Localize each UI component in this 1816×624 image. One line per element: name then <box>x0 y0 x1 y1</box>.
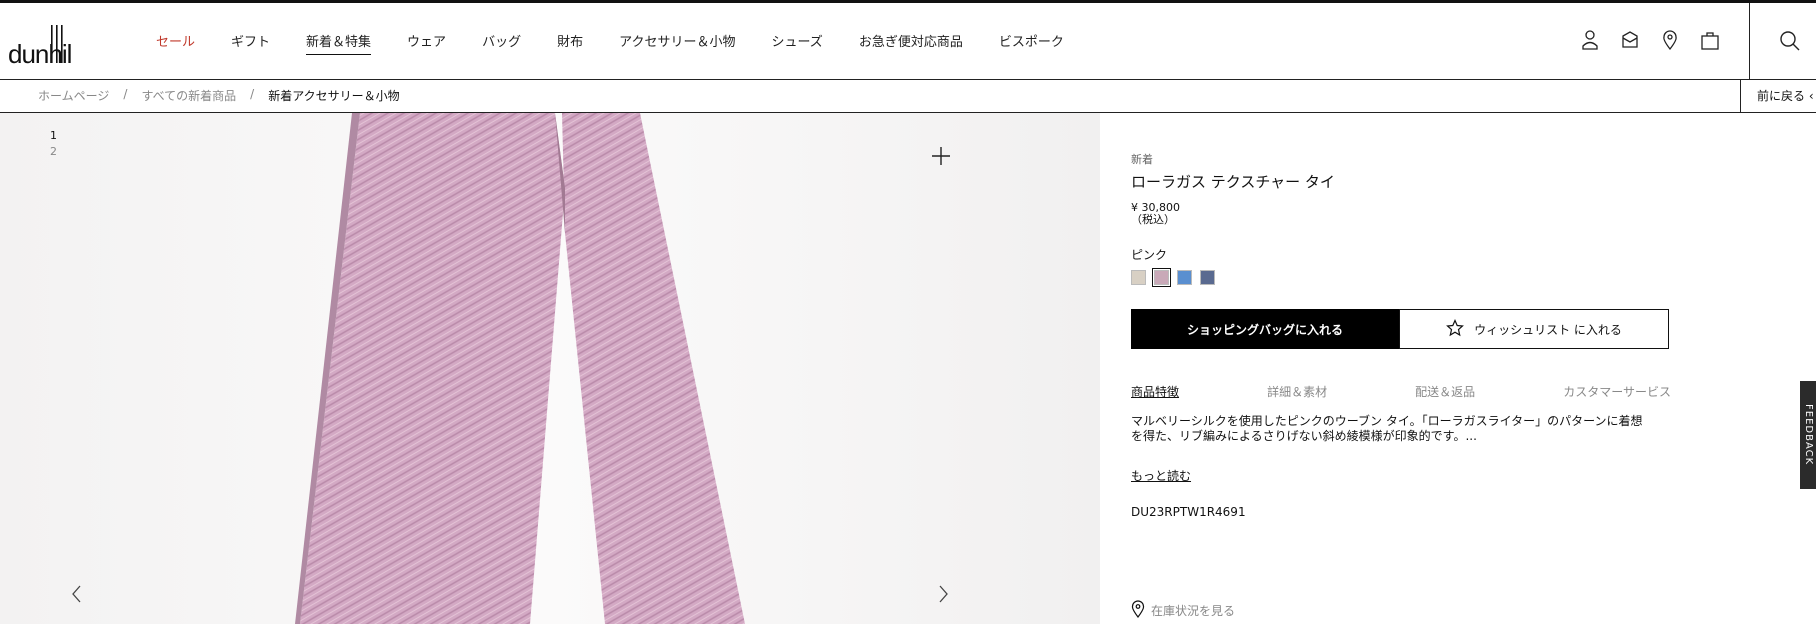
wishlist-button[interactable]: ウィッシュリスト に入れる <box>1399 309 1669 349</box>
description-line: マルベリーシルクを使用したピンクのウーブン タイ。「ローラガスライター」のパター… <box>1131 414 1643 428</box>
nav-item-wallets[interactable]: 財布 <box>557 31 583 55</box>
zoom-plus-icon[interactable] <box>930 145 952 167</box>
gallery-page-2[interactable]: 2 <box>50 145 57 158</box>
tab-features[interactable]: 商品特徴 <box>1131 383 1179 400</box>
wishlist-label: ウィッシュリスト に入れる <box>1474 322 1622 337</box>
color-swatch[interactable] <box>1131 270 1146 285</box>
tab-customer-service[interactable]: カスタマーサービス <box>1563 383 1671 400</box>
product-price: ¥ 30,800 （税込） <box>1131 202 1180 226</box>
feedback-tab[interactable]: FEEDBACK <box>1800 381 1816 489</box>
nav-item-gift[interactable]: ギフト <box>231 31 270 55</box>
star-icon <box>1446 318 1464 340</box>
breadcrumb-current: 新着アクセサリー＆小物 <box>268 89 400 103</box>
price-tax-note: （税込） <box>1131 213 1175 226</box>
check-stock-link[interactable]: 在庫状況を見る <box>1131 600 1235 621</box>
new-badge: 新着 <box>1131 153 1153 166</box>
breadcrumb-all-new[interactable]: すべての新着商品 <box>141 87 236 104</box>
search-icon[interactable] <box>1778 29 1802 53</box>
gallery-prev-arrow-icon[interactable] <box>68 583 86 605</box>
product-description: マルベリーシルクを使用したピンクのウーブン タイ。「ローラガスライター」のパター… <box>1131 414 1651 444</box>
back-button[interactable]: 前に戻る ‹ <box>1740 80 1814 112</box>
product-gallery: 1 2 <box>0 113 1100 624</box>
description-line: を得た、リブ編みによるさりげない斜め綾模様が印象的です。... <box>1131 429 1477 443</box>
product-tabs: 商品特徴 詳細＆素材 配送＆返品 カスタマーサービス <box>1131 383 1671 400</box>
product-title: ローラガス テクスチャー タイ <box>1131 173 1335 191</box>
color-swatches <box>1131 268 1215 287</box>
gallery-next-arrow-icon[interactable] <box>934 583 952 605</box>
product-image <box>0 113 1100 624</box>
nav-item-express[interactable]: お急ぎ便対応商品 <box>859 31 963 55</box>
product-sku: DU23RPTW1R4691 <box>1131 505 1246 519</box>
tab-details-materials[interactable]: 詳細＆素材 <box>1267 383 1327 400</box>
main-nav: セール ギフト 新着＆特集 ウェア バッグ 財布 アクセサリー＆小物 シューズ … <box>156 31 1100 55</box>
breadcrumb: ホームページ / すべての新着商品 / 新着アクセサリー＆小物 前に戻る ‹ <box>0 80 1816 113</box>
site-header: dunhill セール ギフト 新着＆特集 ウェア バッグ 財布 アクセサリー＆… <box>0 3 1816 80</box>
breadcrumb-home[interactable]: ホームページ <box>38 87 109 104</box>
nav-item-bespoke[interactable]: ビスポーク <box>999 31 1064 55</box>
color-swatch[interactable] <box>1177 270 1192 285</box>
check-stock-label: 在庫状況を見る <box>1151 604 1236 618</box>
nav-item-bags[interactable]: バッグ <box>482 31 521 55</box>
header-divider <box>1749 3 1750 79</box>
breadcrumb-separator: / <box>123 87 128 101</box>
gallery-page-1[interactable]: 1 <box>50 129 57 142</box>
mail-icon[interactable] <box>1620 29 1640 51</box>
breadcrumb-separator: / <box>250 87 255 101</box>
nav-item-sale[interactable]: セール <box>156 31 195 55</box>
tab-shipping-returns[interactable]: 配送＆返品 <box>1415 383 1475 400</box>
nav-item-wear[interactable]: ウェア <box>407 31 446 55</box>
brand-logo[interactable]: dunhill <box>8 19 77 69</box>
location-pin-icon <box>1131 600 1145 621</box>
nav-item-shoes[interactable]: シューズ <box>771 31 822 55</box>
color-swatch[interactable] <box>1200 270 1215 285</box>
selected-color-name: ピンク <box>1131 248 1168 262</box>
location-icon[interactable] <box>1660 29 1680 51</box>
account-icon[interactable] <box>1580 29 1600 51</box>
nav-item-accessories[interactable]: アクセサリー＆小物 <box>619 31 735 55</box>
add-to-bag-button[interactable]: ショッピングバッグに入れる <box>1131 309 1399 349</box>
read-more-link[interactable]: もっと読む <box>1131 467 1191 484</box>
color-swatch-selected[interactable] <box>1152 268 1171 287</box>
shopping-bag-icon[interactable] <box>1700 29 1720 51</box>
header-icons <box>1580 29 1720 51</box>
nav-item-new[interactable]: 新着＆特集 <box>306 31 372 55</box>
